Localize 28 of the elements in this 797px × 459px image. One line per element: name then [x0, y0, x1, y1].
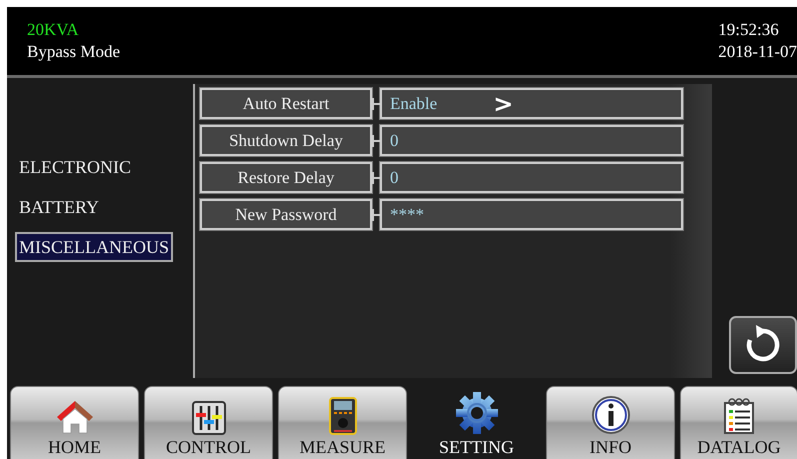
multimeter-icon — [328, 397, 356, 435]
gear-icon — [454, 391, 498, 435]
sidebar-item[interactable]: MISCELLANEOUS — [15, 232, 174, 262]
date-label: 2018-11-07 — [718, 41, 797, 63]
setting-label: Restore Delay — [200, 162, 372, 193]
sliders-icon — [192, 401, 226, 435]
value-field[interactable]: **** — [380, 199, 683, 230]
nav-tab[interactable]: MEASURE — [278, 386, 407, 459]
value-field[interactable]: 0 — [380, 125, 683, 156]
nav-tab[interactable]: CONTROL — [144, 386, 273, 459]
mode-label: Bypass Mode — [27, 41, 120, 63]
nav-tab[interactable]: INFO — [546, 386, 675, 459]
sidebar-item[interactable]: BATTERY — [15, 192, 104, 222]
value-field[interactable]: Enable > — [380, 88, 683, 119]
notepad-list-icon — [722, 397, 756, 435]
sidebar-item[interactable]: ELECTRONIC — [15, 152, 135, 182]
setting-label: Auto Restart — [200, 88, 372, 119]
value-field[interactable]: 0 — [380, 162, 683, 193]
nav-tab[interactable]: SETTING — [412, 386, 541, 459]
house-icon — [54, 399, 94, 435]
nav-tab[interactable]: DATALOG — [680, 386, 797, 459]
setting-label: Shutdown Delay — [200, 125, 372, 156]
setting-label: New Password — [200, 199, 372, 230]
nav-tab[interactable]: HOME — [10, 386, 139, 459]
model-label: 20KVA — [27, 19, 79, 41]
refresh-button[interactable] — [729, 316, 797, 374]
info-icon — [590, 395, 630, 435]
time-label: 19:52:36 — [718, 19, 779, 41]
